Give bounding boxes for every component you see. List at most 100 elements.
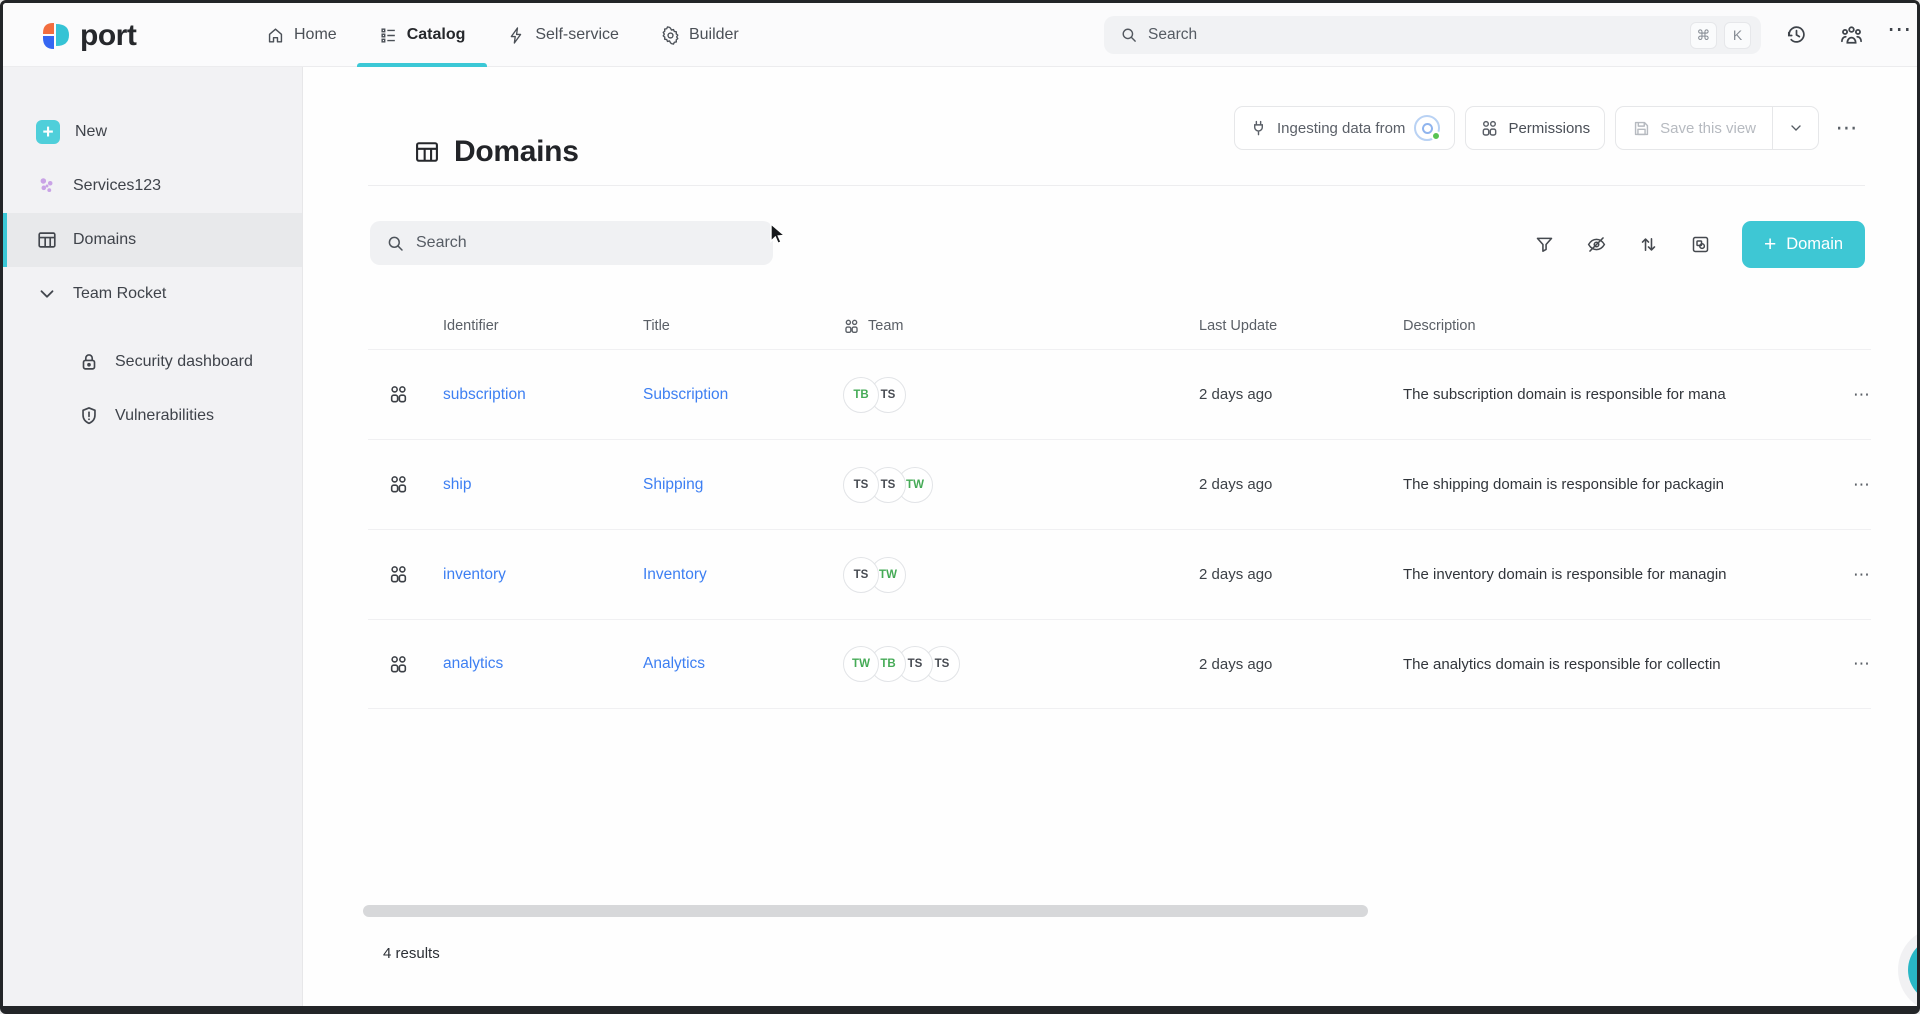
nav-tab-builder[interactable]: Builder: [661, 3, 739, 67]
col-header-title[interactable]: Title: [643, 318, 843, 334]
teams-icon[interactable]: [1839, 23, 1864, 46]
last-update-cell: 2 days ago: [1199, 656, 1403, 673]
group-icon: [388, 564, 409, 585]
identifier-link[interactable]: inventory: [443, 566, 643, 584]
team-badge[interactable]: TS: [843, 557, 879, 593]
nav-tab-home[interactable]: Home: [266, 3, 337, 67]
search-icon: [1120, 26, 1138, 44]
identifier-link[interactable]: ship: [443, 476, 643, 494]
page-more-button[interactable]: ⋯: [1829, 115, 1865, 141]
nav-tab-label: Builder: [689, 26, 739, 44]
sidebar-item-new[interactable]: +New: [3, 105, 302, 159]
sidebar: +New Services123 Domains Team Rocket Securit…: [3, 67, 303, 1006]
port-logo-icon: [41, 20, 71, 52]
status-dot: [1431, 131, 1441, 141]
row-more-button[interactable]: ⋯: [1838, 654, 1871, 674]
title-link[interactable]: Analytics: [643, 655, 843, 673]
sidebar-item-label: Domains: [73, 231, 136, 249]
identifier-link[interactable]: analytics: [443, 655, 643, 673]
table-body: subscriptionSubscriptionTBTS2 days agoTh…: [368, 349, 1871, 709]
save-icon: [1632, 119, 1651, 138]
team-cell: TWTBTSTS: [843, 646, 1199, 682]
title-link[interactable]: Inventory: [643, 566, 843, 584]
results-count: 4 results: [383, 945, 440, 962]
col-header-description[interactable]: Description: [1403, 318, 1838, 334]
save-view-group: Save this view: [1615, 106, 1819, 150]
last-update-cell: 2 days ago: [1199, 476, 1403, 493]
team-badge[interactable]: TW: [843, 646, 879, 682]
group-icon: [388, 474, 409, 495]
description-cell: The subscription domain is responsible f…: [1403, 386, 1838, 403]
table-row-analytics: analyticsAnalyticsTWTBTSTS2 days agoThe …: [368, 619, 1871, 709]
chevron-down-icon: [36, 283, 58, 305]
permissions-button[interactable]: Permissions: [1465, 106, 1605, 150]
last-update-cell: 2 days ago: [1199, 566, 1403, 583]
group-by-icon[interactable]: [1682, 223, 1718, 267]
gear-icon: [661, 26, 680, 45]
nav-tab-label: Catalog: [407, 26, 466, 44]
table-row-subscription: subscriptionSubscriptionTBTS2 days agoTh…: [368, 349, 1871, 439]
nav-tab-self-service[interactable]: Self-service: [507, 3, 619, 67]
catalog-icon: [379, 26, 398, 45]
ingesting-data-label: Ingesting data from: [1277, 120, 1405, 137]
shortcut-keys: ⌘K: [1690, 22, 1751, 49]
team-cell: TSTSTW: [843, 467, 1199, 503]
description-cell: The inventory domain is responsible for …: [1403, 566, 1838, 583]
nav-tab-catalog[interactable]: Catalog: [379, 3, 466, 67]
page-title: Domains: [413, 135, 579, 169]
team-badge[interactable]: TB: [843, 377, 879, 413]
filter-icon[interactable]: [1526, 223, 1562, 267]
sidebar-item-vulnerabilities[interactable]: Vulnerabilities: [3, 389, 302, 443]
sort-icon[interactable]: [1630, 223, 1666, 267]
main-content: Domains Ingesting data from Permissions: [303, 67, 1917, 1006]
keycap-⌘: ⌘: [1690, 22, 1717, 49]
lock-icon: [78, 351, 100, 373]
group-icon: [388, 654, 409, 675]
sidebar-item-team-rocket[interactable]: Team Rocket: [3, 267, 302, 321]
team-icon: [843, 318, 860, 335]
home-icon: [266, 26, 285, 45]
sidebar-item-label: Services123: [73, 177, 161, 195]
horizontal-scrollbar[interactable]: [363, 905, 1368, 917]
save-view-dropdown[interactable]: [1772, 107, 1818, 149]
hide-columns-icon[interactable]: [1578, 223, 1614, 267]
col-header-identifier[interactable]: Identifier: [443, 318, 643, 334]
col-header-last-update[interactable]: Last Update: [1199, 318, 1403, 334]
row-more-button[interactable]: ⋯: [1838, 475, 1871, 495]
port-logo[interactable]: port: [41, 19, 136, 53]
sidebar-item-security-dashboard[interactable]: Security dashboard: [3, 335, 302, 389]
global-search-placeholder: Search: [1148, 26, 1680, 44]
topbar: port Home Catalog Self-service Builder Sear…: [3, 3, 1917, 67]
col-header-team[interactable]: Team: [843, 318, 1199, 335]
table-icon: [36, 229, 58, 251]
row-more-button[interactable]: ⋯: [1838, 565, 1871, 585]
table-search-input[interactable]: Search: [370, 221, 773, 265]
global-search-input[interactable]: Search ⌘K: [1104, 16, 1761, 54]
sidebar-item-domains[interactable]: Domains: [3, 213, 302, 267]
table-header: Identifier Title Team Last Update Descri…: [368, 303, 1871, 349]
services-cluster-icon: [36, 175, 58, 197]
sidebar-item-label: New: [75, 123, 107, 141]
team-badge[interactable]: TS: [843, 467, 879, 503]
header-actions: Ingesting data from Permissions Save thi…: [1234, 106, 1865, 150]
row-more-button[interactable]: ⋯: [1838, 385, 1871, 405]
save-view-button[interactable]: Save this view: [1616, 107, 1772, 149]
title-link[interactable]: Subscription: [643, 386, 843, 404]
shield-icon: [78, 405, 100, 427]
group-icon: [388, 384, 409, 405]
title-link[interactable]: Shipping: [643, 476, 843, 494]
add-domain-button[interactable]: + Domain: [1742, 221, 1865, 268]
identifier-link[interactable]: subscription: [443, 386, 643, 404]
col-header-team-label: Team: [868, 318, 903, 334]
save-view-label: Save this view: [1660, 120, 1756, 137]
logo-wordmark: port: [80, 19, 136, 53]
divider: [368, 185, 1865, 186]
ingesting-data-button[interactable]: Ingesting data from: [1234, 106, 1455, 150]
plug-icon: [1249, 119, 1268, 138]
search-icon: [386, 234, 405, 253]
topbar-more-icon[interactable]: ⋯: [1887, 15, 1913, 44]
sidebar-item-services123[interactable]: Services123: [3, 159, 302, 213]
group-icon: [1480, 119, 1499, 138]
history-icon[interactable]: [1785, 23, 1808, 46]
nav-tab-label: Home: [294, 26, 337, 44]
